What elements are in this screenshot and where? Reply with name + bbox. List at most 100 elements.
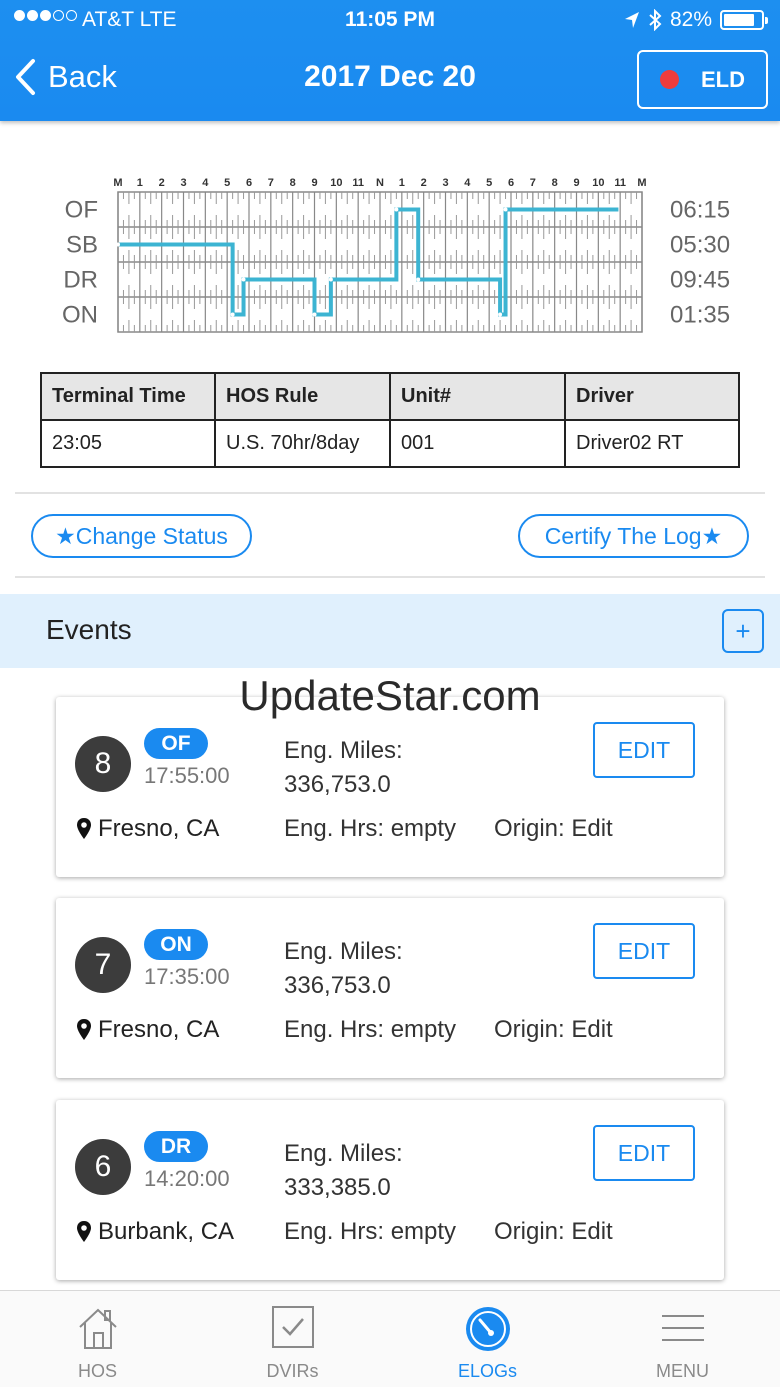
menu-icon <box>661 1315 704 1341</box>
bluetooth-icon <box>649 9 662 31</box>
watermark: UpdateStar.com <box>239 672 541 719</box>
tab-menu[interactable]: MENU <box>585 1291 780 1387</box>
event-number: 8 <box>75 736 131 792</box>
eng-hours: Eng. Hrs: empty <box>284 1016 457 1043</box>
event-time: 17:55:00 <box>144 763 230 788</box>
eng-hours: Eng. Hrs: empty <box>284 815 457 842</box>
hour-label: 3 <box>180 177 186 189</box>
status-total: 06:15 <box>670 197 730 224</box>
duty-status-graph: M 1 2 3 4 5 6 7 8 9 10 11 N 1 2 3 4 5 6 7 8 9 10 11 M OF 06:15 SB 05… <box>62 177 730 333</box>
status-total: 09:45 <box>670 267 730 294</box>
location-text: Burbank, CA <box>98 1218 235 1245</box>
eng-miles-label: Eng. Miles: <box>284 938 403 965</box>
event-number: 6 <box>75 1139 131 1195</box>
status-change-point <box>498 312 503 317</box>
change-status-button[interactable]: ★Change Status <box>31 514 252 558</box>
status-total: 01:35 <box>670 302 730 329</box>
event-card: 8 OF 17:55:00 Fresno, CA Eng. Miles: 336… <box>56 697 724 877</box>
hour-label: 11 <box>352 177 364 189</box>
hour-label: 5 <box>486 177 492 189</box>
checkbox-icon <box>271 1306 314 1348</box>
status-bar-right: 82% <box>624 8 768 32</box>
duty-status-chart: M 1 2 3 4 5 6 7 8 9 10 11 N 1 2 3 4 5 6 7 8 9 10 11 M OF 06:15 SB 05… <box>0 170 780 340</box>
eng-miles-value: 336,753.0 <box>284 771 391 798</box>
status-label: OF <box>65 197 98 224</box>
tab-dvirs[interactable]: DVIRs <box>195 1291 390 1387</box>
tab-hos[interactable]: HOS <box>0 1291 195 1387</box>
hour-label: N <box>376 177 384 189</box>
status-label: ON <box>62 302 98 329</box>
chevron-left-icon <box>16 59 35 95</box>
edit-button[interactable]: EDIT <box>593 923 695 979</box>
map-pin-icon <box>77 1221 91 1242</box>
origin: Origin: Edit <box>494 1016 613 1043</box>
status-badge: OF <box>144 728 208 759</box>
status-change-point <box>312 312 317 317</box>
battery-icon <box>720 10 768 30</box>
events-header: Events + <box>0 594 780 668</box>
unit-value: 001 <box>389 419 566 468</box>
tab-label: MENU <box>656 1361 709 1381</box>
header-unit: Unit# <box>389 372 566 421</box>
eld-button[interactable]: ELD <box>637 50 768 109</box>
hour-label: 2 <box>159 177 165 189</box>
eng-miles-value: 336,753.0 <box>284 972 391 999</box>
status-change-point <box>328 277 333 282</box>
hour-label: 3 <box>442 177 448 189</box>
header-driver: Driver <box>564 372 740 421</box>
origin: Origin: Edit <box>494 1218 613 1245</box>
hour-label: 10 <box>592 177 604 189</box>
status-change-point <box>116 242 120 247</box>
eld-label: ELD <box>701 66 745 92</box>
hour-label: M <box>113 177 122 189</box>
location-text: Fresno, CA <box>98 1016 220 1043</box>
event-location: Fresno, CA <box>76 1016 219 1044</box>
event-location: Fresno, CA <box>76 815 219 843</box>
hour-label: 7 <box>268 177 274 189</box>
event-number: 7 <box>75 937 131 993</box>
status-badge: DR <box>144 1131 208 1162</box>
table-header-row: Terminal Time HOS Rule Unit# Driver <box>40 372 740 421</box>
tab-label: HOS <box>77 1361 117 1381</box>
header-hos-rule: HOS Rule <box>214 372 391 421</box>
hour-label: 10 <box>330 177 342 189</box>
origin: Origin: Edit <box>494 815 613 842</box>
add-event-button[interactable]: + <box>722 609 764 653</box>
hour-label: 6 <box>508 177 514 189</box>
hour-label: M <box>637 177 646 189</box>
eng-miles-label: Eng. Miles: <box>284 1140 403 1167</box>
hour-label: 4 <box>464 177 471 189</box>
status-total: 05:30 <box>670 232 730 259</box>
edit-button[interactable]: EDIT <box>593 1125 695 1181</box>
status-label: DR <box>63 267 98 294</box>
event-time: 14:20:00 <box>144 1166 230 1191</box>
map-pin-icon <box>77 818 91 839</box>
bottom-tab-bar: HOS DVIRs ELOGs MENU <box>0 1290 780 1387</box>
hour-label: 9 <box>573 177 579 189</box>
back-label: Back <box>48 59 117 94</box>
status-bar: AT&T LTE 11:05 PM 82% <box>0 0 780 40</box>
divider <box>15 492 765 494</box>
eld-status-dot <box>660 70 679 89</box>
certify-log-button[interactable]: Certify The Log★ <box>518 514 749 558</box>
status-change-point <box>503 207 508 212</box>
table-row: 23:05 U.S. 70hr/8day 001 Driver02 RT <box>40 419 740 468</box>
map-pin-icon <box>77 1019 91 1040</box>
hour-label: 8 <box>552 177 558 189</box>
tab-label: ELOGs <box>457 1361 518 1381</box>
driver-value: Driver02 RT <box>564 419 740 468</box>
back-button[interactable]: Back <box>14 58 117 96</box>
status-change-point <box>394 207 399 212</box>
gauge-icon <box>465 1307 510 1351</box>
tab-elogs[interactable]: ELOGs <box>390 1291 585 1387</box>
hour-label: 11 <box>614 177 626 189</box>
edit-button[interactable]: EDIT <box>593 722 695 778</box>
status-change-point <box>230 312 235 317</box>
hos-rule-value: U.S. 70hr/8day <box>214 419 391 468</box>
events-title: Events <box>46 614 132 645</box>
hour-label: 8 <box>290 177 296 189</box>
event-location: Burbank, CA <box>76 1218 234 1246</box>
hour-label: 5 <box>224 177 230 189</box>
hour-label: 9 <box>311 177 317 189</box>
location-text: Fresno, CA <box>98 815 220 842</box>
